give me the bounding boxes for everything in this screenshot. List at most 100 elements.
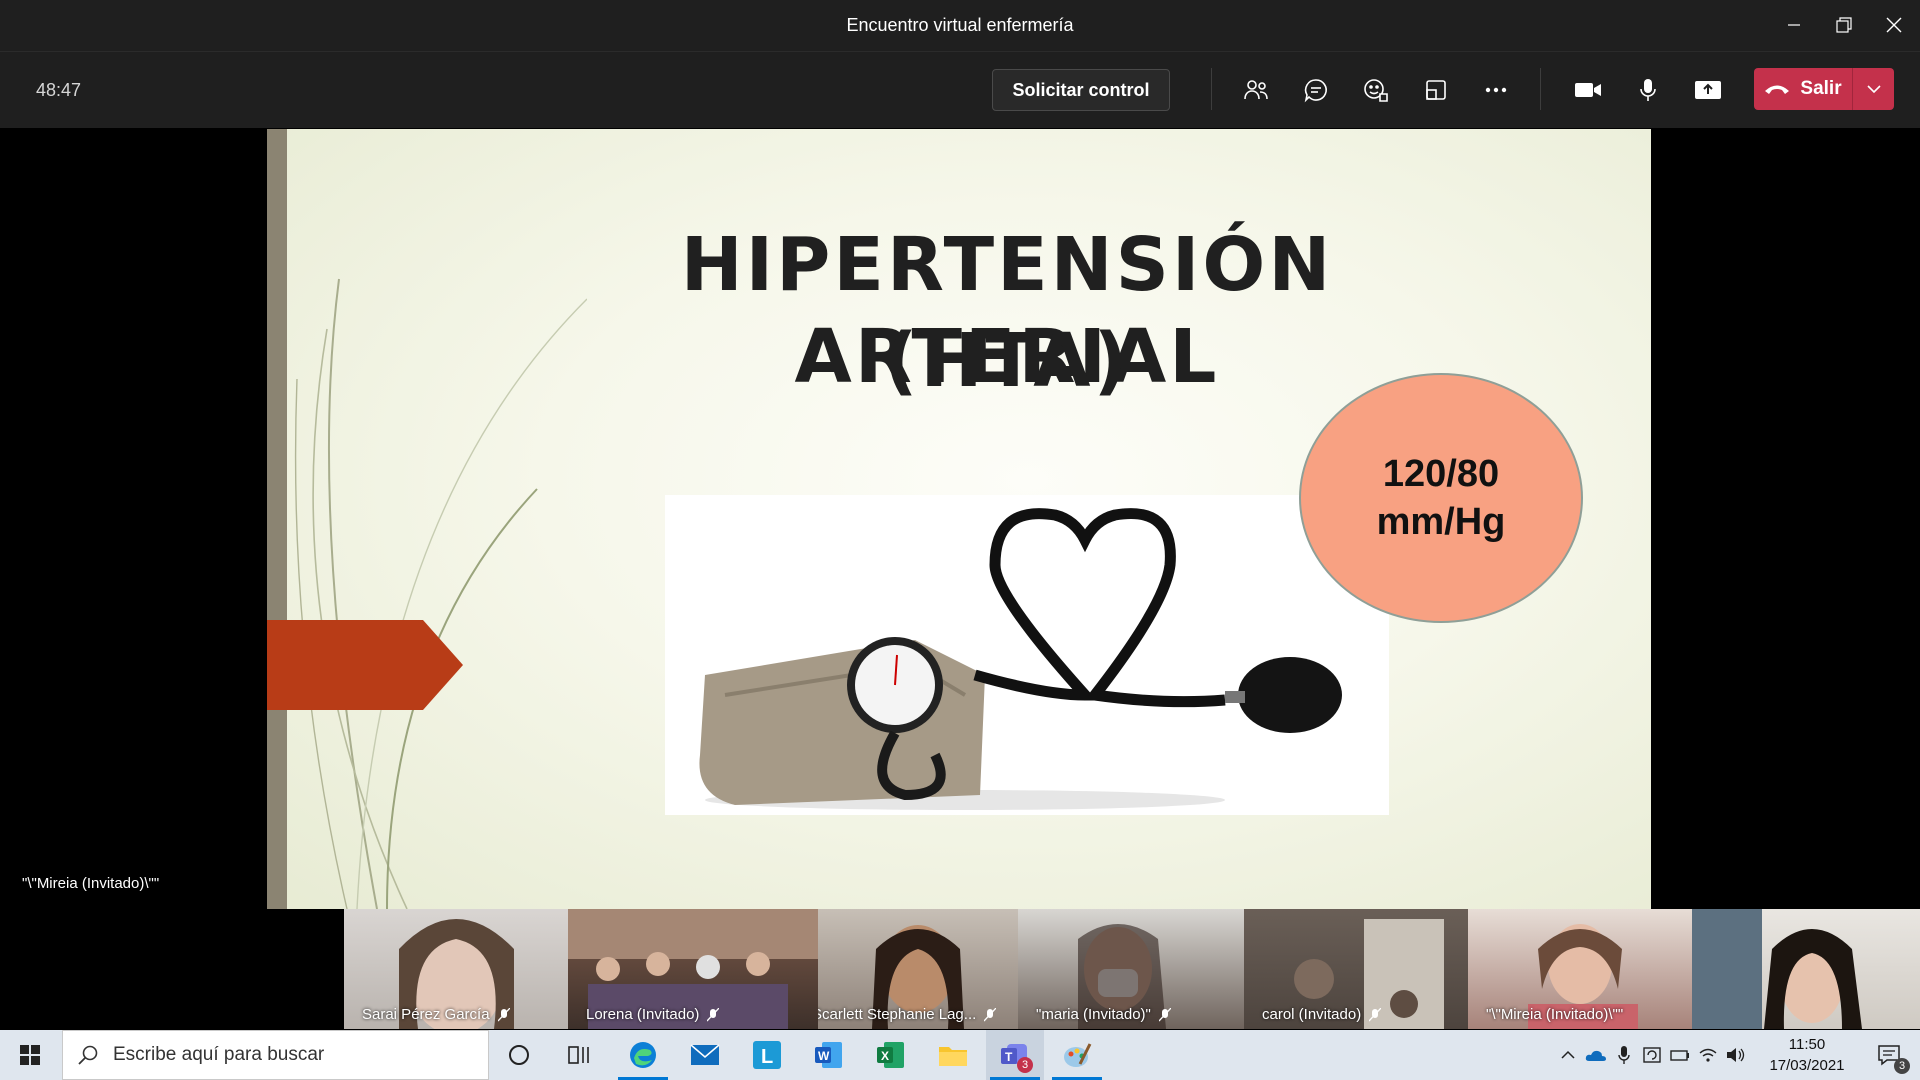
l-app[interactable]: L	[738, 1030, 796, 1080]
paint-icon	[1064, 1043, 1092, 1067]
participant-video	[1692, 909, 1862, 1029]
mic-muted-icon	[707, 1007, 720, 1021]
participant-name-label: carol (Invitado)	[1262, 1006, 1382, 1023]
rooms-button[interactable]	[1416, 70, 1456, 110]
toolbar-divider	[1211, 68, 1212, 110]
clock-time: 11:50	[1788, 1036, 1826, 1053]
close-button[interactable]	[1874, 10, 1914, 40]
edge-app[interactable]	[614, 1030, 672, 1080]
battery-tray[interactable]	[1668, 1030, 1692, 1080]
show-hidden-icons-button[interactable]	[1556, 1030, 1580, 1080]
hang-up-icon	[1765, 85, 1790, 94]
windows-logo-icon	[20, 1045, 40, 1065]
file-explorer-app[interactable]	[924, 1030, 982, 1080]
participant-gallery: Sarai Pérez García Lorena (Invitado) Sca…	[0, 909, 1920, 1029]
restore-icon	[1836, 17, 1852, 33]
minimize-button[interactable]	[1774, 10, 1814, 40]
rooms-icon	[1426, 80, 1446, 100]
participant-name-label: Lorena (Invitado)	[586, 1006, 720, 1023]
windows-update-tray[interactable]	[1640, 1030, 1664, 1080]
camera-button[interactable]	[1568, 70, 1608, 110]
chevron-up-icon	[1561, 1050, 1575, 1059]
mic-muted-icon	[1369, 1007, 1382, 1021]
microphone-icon	[1640, 79, 1656, 101]
wifi-icon	[1699, 1048, 1717, 1062]
participants-icon	[1244, 80, 1268, 100]
leave-button[interactable]: Salir	[1754, 68, 1852, 110]
task-view-button[interactable]	[550, 1030, 608, 1080]
svg-text:L: L	[761, 1046, 773, 1068]
network-tray[interactable]	[1696, 1030, 1720, 1080]
bubble-unit: mm/Hg	[1376, 501, 1506, 543]
participant-tile[interactable]: "\"Mireia (Invitado)\""	[1468, 909, 1692, 1029]
mic-muted-icon	[1158, 1007, 1171, 1021]
participant-tile[interactable]: Scarlett Stephanie Lag...	[818, 909, 1018, 1029]
restore-button[interactable]	[1824, 10, 1864, 40]
volume-tray[interactable]	[1724, 1030, 1748, 1080]
participant-tile[interactable]	[1692, 909, 1920, 1029]
meeting-timer: 48:47	[36, 80, 82, 100]
teams-app[interactable]: T 3	[986, 1030, 1044, 1080]
chat-icon	[1304, 79, 1327, 103]
svg-text:T: T	[1005, 1050, 1013, 1064]
taskbar-search-box[interactable]: Escribe aquí para buscar	[62, 1030, 489, 1080]
leave-button-group: Salir	[1754, 68, 1894, 110]
taskbar-clock[interactable]: 11:50 17/03/2021	[1758, 1034, 1856, 1076]
window-title: Encuentro virtual enfermería	[846, 15, 1074, 35]
chevron-down-icon	[1866, 85, 1881, 94]
word-app[interactable]: W	[800, 1030, 858, 1080]
meeting-toolbar: 48:47 Solicitar control Salir	[0, 52, 1920, 128]
reactions-icon	[1364, 79, 1388, 102]
participant-name-label: "\"Mireia (Invitado)\""	[1486, 1006, 1624, 1023]
more-icon	[1485, 87, 1507, 93]
svg-text:X: X	[881, 1049, 889, 1063]
participant-name-label: "maria (Invitado)"	[1036, 1006, 1171, 1023]
participant-name-label: Sarai Pérez García	[362, 1006, 510, 1023]
leave-label: Salir	[1800, 78, 1842, 99]
camera-icon	[1575, 83, 1601, 97]
cortana-icon	[509, 1045, 529, 1065]
close-icon	[1886, 17, 1902, 33]
search-placeholder: Escribe aquí para buscar	[113, 1044, 325, 1065]
participant-tile[interactable]: Lorena (Invitado)	[568, 909, 818, 1029]
leave-options-button[interactable]	[1853, 68, 1894, 110]
update-icon	[1643, 1047, 1661, 1063]
microphone-button[interactable]	[1628, 70, 1668, 110]
reactions-button[interactable]	[1356, 70, 1396, 110]
participant-name-label: Scarlett Stephanie Lag...	[818, 1006, 997, 1023]
participant-tile[interactable]: carol (Invitado)	[1244, 909, 1468, 1029]
notification-badge: 3	[1894, 1058, 1910, 1074]
more-options-button[interactable]	[1476, 70, 1516, 110]
teams-badge: 3	[1017, 1057, 1033, 1073]
edge-icon	[630, 1042, 656, 1068]
microphone-tray-icon	[1618, 1046, 1630, 1064]
bubble-value: 120/80	[1382, 453, 1500, 495]
presenter-name-label: "\"Mireia (Invitado)\""	[22, 875, 160, 892]
onedrive-icon	[1585, 1050, 1606, 1061]
mail-icon	[690, 1044, 720, 1065]
shared-content-stage: HIPERTENSIÓN ARTERIAL (HTA) 120/80 mm/Hg…	[0, 129, 1920, 909]
onedrive-tray[interactable]	[1584, 1030, 1608, 1080]
microphone-tray[interactable]	[1612, 1030, 1636, 1080]
share-icon	[1695, 81, 1721, 99]
paint-app[interactable]	[1048, 1030, 1106, 1080]
blood-pressure-bubble: 120/80 mm/Hg	[1299, 373, 1583, 623]
chat-button[interactable]	[1296, 70, 1336, 110]
share-content-button[interactable]	[1688, 70, 1728, 110]
request-control-button[interactable]: Solicitar control	[992, 69, 1170, 111]
start-button[interactable]	[0, 1030, 60, 1080]
file-explorer-icon	[939, 1047, 967, 1066]
excel-app[interactable]: X	[862, 1030, 920, 1080]
participants-button[interactable]	[1236, 70, 1276, 110]
participant-tile[interactable]: "maria (Invitado)"	[1018, 909, 1244, 1029]
word-icon: W	[815, 1042, 842, 1068]
mail-app[interactable]	[676, 1030, 734, 1080]
clock-date: 17/03/2021	[1769, 1057, 1845, 1074]
l-app-icon: L	[753, 1041, 781, 1069]
battery-icon	[1670, 1050, 1689, 1061]
cortana-button[interactable]	[490, 1030, 548, 1080]
participant-tile[interactable]: Sarai Pérez García	[344, 909, 568, 1029]
mic-muted-icon	[497, 1007, 510, 1021]
notification-center-button[interactable]: 3	[1864, 1030, 1914, 1080]
mic-muted-icon	[984, 1007, 997, 1021]
